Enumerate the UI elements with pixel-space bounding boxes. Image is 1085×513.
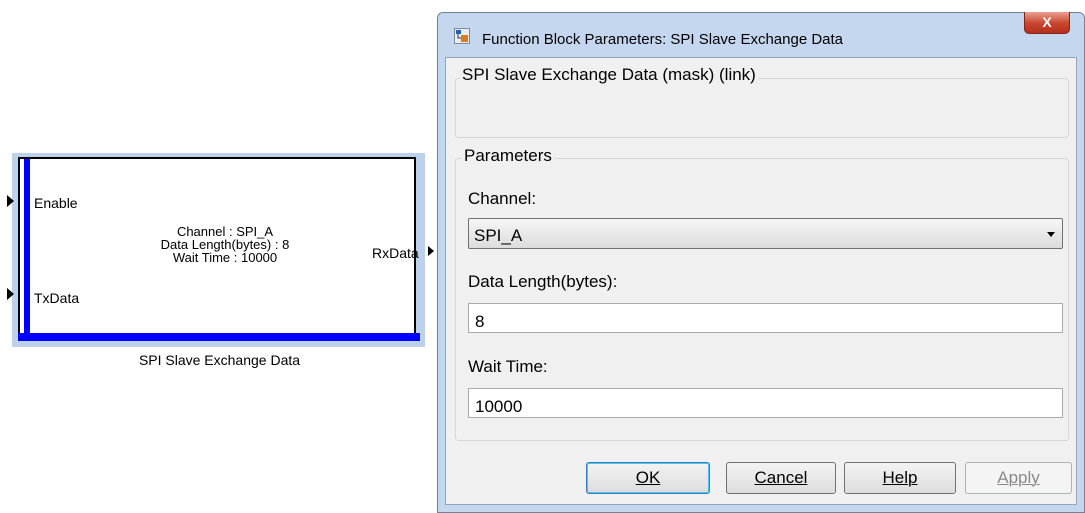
txdata-input-port-icon[interactable] (7, 288, 14, 300)
channel-label: Channel: (468, 189, 537, 208)
data-length-input[interactable]: 8 (468, 303, 1063, 333)
description-title: SPI Slave Exchange Data (mask) (link) (460, 65, 758, 85)
title-bar[interactable]: Function Block Parameters: SPI Slave Exc… (438, 12, 1084, 57)
block-bottom-bar (18, 333, 420, 341)
apply-button[interactable]: Apply (965, 462, 1072, 494)
help-button-label: Help (882, 468, 918, 487)
chevron-down-icon (1047, 232, 1055, 237)
wait-time-input[interactable]: 10000 (468, 388, 1063, 418)
cancel-button[interactable]: Cancel (726, 462, 836, 494)
channel-dropdown[interactable]: SPI_A (468, 218, 1063, 249)
close-button[interactable]: X (1024, 12, 1070, 34)
port-txdata-label: TxData (34, 290, 80, 306)
simulink-app-icon (454, 28, 470, 44)
ok-button[interactable]: OK (586, 462, 710, 494)
block-wait-time-text: Wait Time : 10000 (172, 250, 278, 265)
wait-time-label: Wait Time: (468, 357, 548, 376)
data-length-label: Data Length(bytes): (468, 272, 618, 291)
enable-input-port-icon[interactable] (7, 195, 14, 207)
help-button[interactable]: Help (844, 462, 956, 494)
block-body[interactable]: Enable TxData Channel : SPI_A Data Lengt… (18, 157, 419, 337)
parameters-title: Parameters (462, 146, 554, 166)
block-caption: SPI Slave Exchange Data (138, 352, 301, 368)
cancel-button-label: Cancel (754, 468, 808, 487)
block-left-bar (24, 159, 30, 335)
spi-slave-exchange-block[interactable]: Enable TxData Channel : SPI_A Data Lengt… (12, 153, 425, 347)
rxdata-output-port-icon[interactable] (428, 246, 434, 256)
ok-button-label: OK (635, 468, 661, 487)
port-enable-label: Enable (34, 195, 78, 211)
apply-button-label: Apply (997, 468, 1040, 487)
dialog-title: Function Block Parameters: SPI Slave Exc… (482, 31, 844, 48)
dialog-client-area: SPI Slave Exchange Data (mask) (link) Pa… (445, 57, 1077, 505)
channel-selected-value: SPI_A (474, 226, 523, 245)
function-block-parameters-dialog: Function Block Parameters: SPI Slave Exc… (437, 12, 1085, 513)
port-rxdata-label: RxData (372, 245, 419, 261)
description-group (455, 78, 1069, 138)
